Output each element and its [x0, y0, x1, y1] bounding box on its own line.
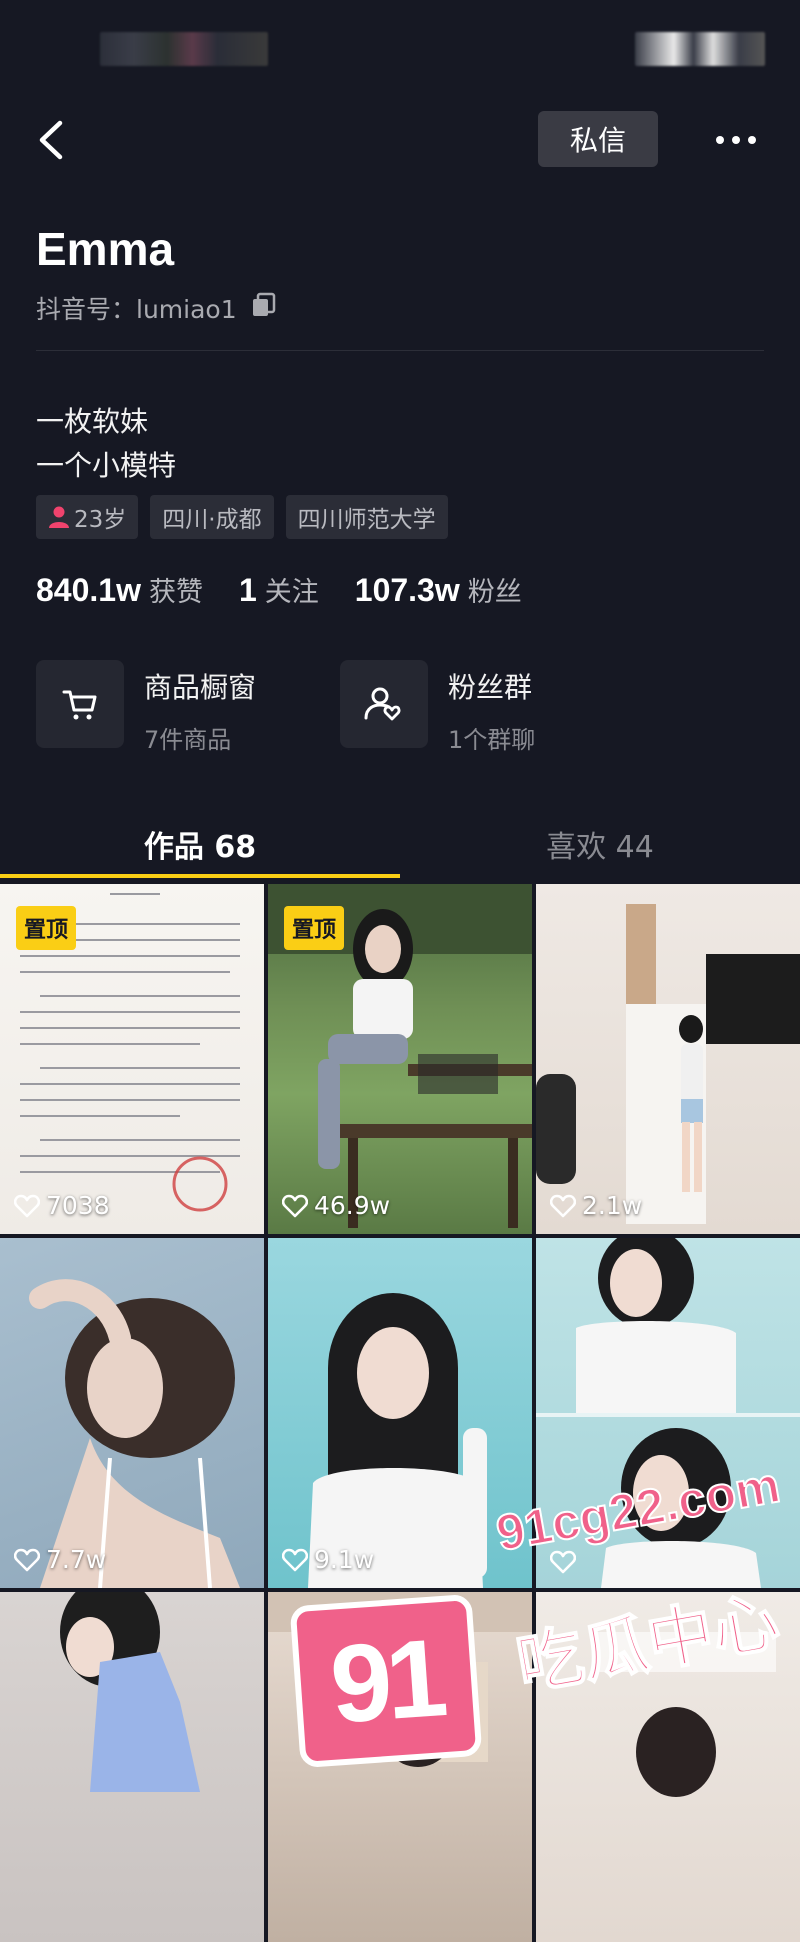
video-thumbnail[interactable]: 置顶 7038: [0, 884, 264, 1234]
photo-thumbnail: [308, 1293, 487, 1588]
tag-school: 四川师范大学: [285, 495, 448, 539]
heart-icon: [282, 1548, 308, 1571]
top-nav: 私信: [0, 95, 800, 185]
female-icon: [49, 506, 69, 528]
douyin-id-value: lumiao1: [136, 295, 237, 324]
content-tabs: 作品 68 喜欢 44: [0, 808, 800, 880]
shop-icon-box: [36, 660, 124, 748]
message-button[interactable]: 私信: [538, 111, 658, 167]
fan-group-title: 粉丝群: [448, 671, 533, 704]
copy-icon: [252, 292, 275, 316]
video-thumbnail[interactable]: 9.1w: [268, 1238, 532, 1588]
likes-count-label: 7038: [46, 1191, 110, 1220]
likes-count-label: 46.9w: [314, 1191, 391, 1220]
profile-name: Emma: [36, 223, 175, 275]
video-likes: 7038: [14, 1191, 110, 1220]
status-bar: [0, 0, 800, 90]
photo-thumbnail: [268, 1592, 532, 1767]
pinned-badge: 置顶: [284, 906, 345, 950]
likes-count-label: 7.7w: [46, 1545, 107, 1574]
tab-liked[interactable]: 喜欢 44: [400, 808, 800, 880]
shop-window-entry[interactable]: 商品橱窗 7件商品: [36, 660, 256, 755]
divider: [36, 350, 764, 351]
pinned-badge: 置顶: [16, 906, 77, 950]
likes-count-label: 9.1w: [314, 1545, 375, 1574]
more-options-button[interactable]: [706, 115, 766, 165]
tag-location: 四川·成都: [150, 495, 274, 539]
douyin-id-text: 抖音号：lumiao1: [36, 290, 237, 326]
shop-window-title: 商品橱窗: [144, 671, 257, 704]
chevron-left-icon: [39, 120, 63, 160]
video-thumbnail[interactable]: 7.7w: [0, 1238, 264, 1588]
photo-thumbnail: [29, 1279, 240, 1588]
status-bar-right-blurred: [635, 32, 765, 66]
heart-icon: [14, 1194, 40, 1217]
heart-icon: [14, 1548, 40, 1571]
fan-group-subtitle: 1个群聊: [448, 726, 536, 754]
heart-icon: [550, 1550, 576, 1574]
back-button[interactable]: [30, 115, 74, 165]
video-thumbnail[interactable]: [268, 1592, 532, 1942]
photo-thumbnail: [60, 1592, 200, 1792]
tag-age-label: 23岁: [74, 507, 127, 533]
fan-group-entry[interactable]: 粉丝群 1个群聊: [340, 660, 535, 755]
heart-icon: [550, 1194, 576, 1217]
fan-group-icon-box: [340, 660, 428, 748]
tag-age: 23岁: [36, 495, 139, 539]
video-likes: 7.7w: [14, 1545, 106, 1574]
douyin-id-label: 抖音号：: [36, 295, 137, 324]
bio-line: 一枚软妹: [36, 405, 149, 438]
video-likes: [550, 1550, 582, 1574]
photo-thumbnail: [536, 904, 800, 1224]
fan-group-icon: [364, 687, 401, 721]
cart-icon: [62, 690, 97, 720]
following-count[interactable]: 1: [239, 572, 257, 609]
bio-line: 一个小模特: [36, 449, 177, 482]
video-thumbnail[interactable]: [536, 1238, 800, 1588]
heart-icon: [282, 1194, 308, 1217]
more-icon: [716, 136, 756, 144]
video-thumbnail[interactable]: [0, 1592, 264, 1942]
followers-count[interactable]: 107.3w: [355, 572, 460, 609]
following-label[interactable]: 关注: [265, 570, 319, 609]
profile-tags: 23岁 四川·成都 四川师范大学: [36, 495, 448, 539]
video-thumbnail[interactable]: [536, 1592, 800, 1942]
video-likes: 9.1w: [282, 1545, 374, 1574]
followers-label[interactable]: 粉丝: [468, 570, 522, 609]
douyin-id-row: 抖音号：lumiao1: [36, 290, 277, 326]
video-likes: 2.1w: [550, 1191, 642, 1220]
bio: 一枚软妹 一个小模特: [36, 400, 176, 488]
likes-label: 获赞: [148, 577, 203, 608]
photo-thumbnail: [596, 1632, 776, 1797]
status-bar-left-blurred: [100, 32, 268, 66]
video-likes: 46.9w: [282, 1191, 390, 1220]
shop-window-subtitle: 7件商品: [144, 726, 232, 754]
copy-button[interactable]: [251, 292, 277, 324]
video-thumbnail[interactable]: 置顶 46.9w: [268, 884, 532, 1234]
likes-count: 840.1w: [36, 572, 141, 608]
photo-thumbnail: [536, 1238, 800, 1588]
profile-stats: 840.1w 获赞 1 关注 107.3w 粉丝: [36, 570, 558, 609]
tab-works[interactable]: 作品 68: [0, 808, 400, 880]
video-thumbnail[interactable]: 2.1w: [536, 884, 800, 1234]
likes-count-label: 2.1w: [582, 1191, 643, 1220]
active-tab-indicator: [0, 874, 400, 878]
